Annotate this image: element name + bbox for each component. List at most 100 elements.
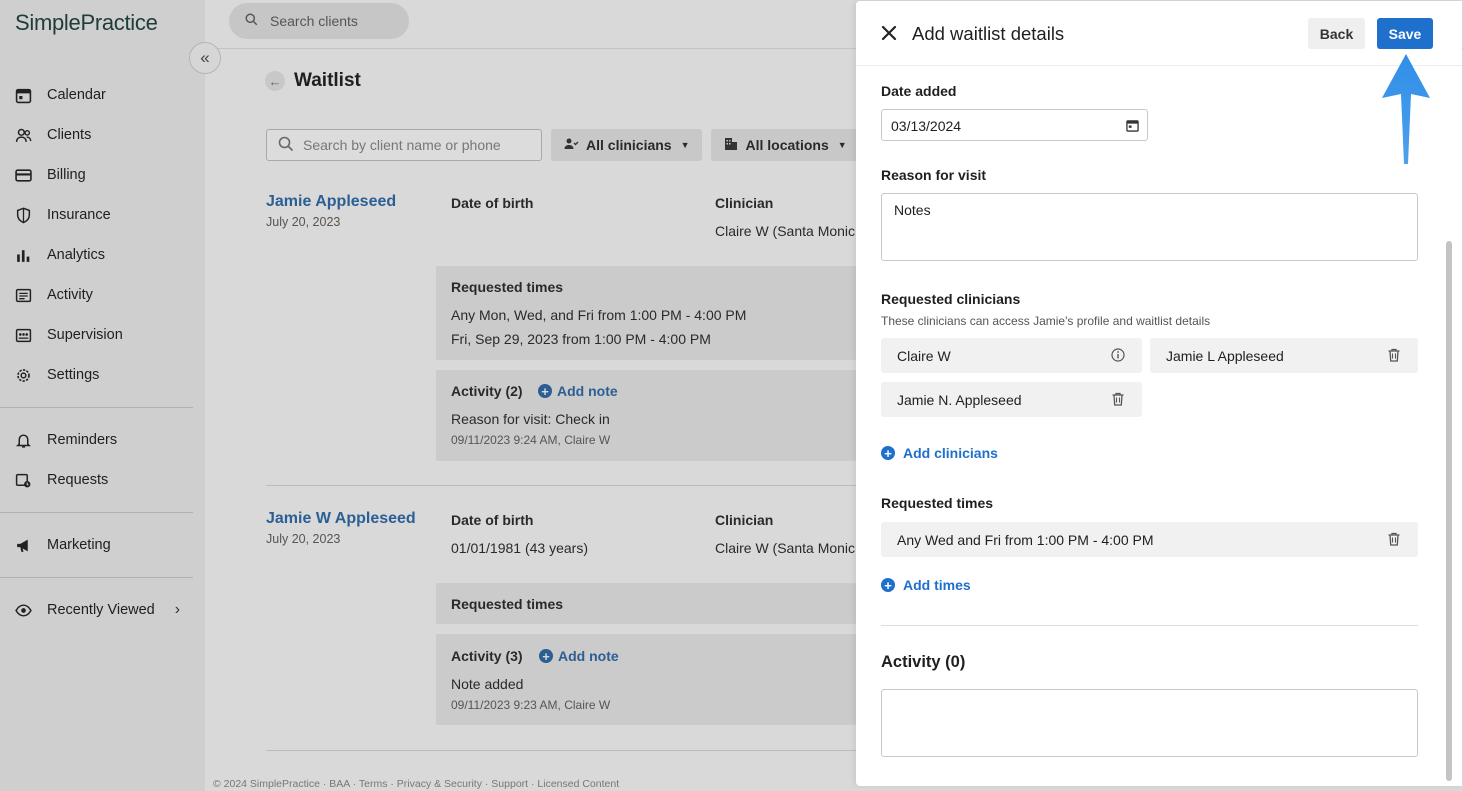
requested-clinicians-label: Requested clinicians [881,291,1021,307]
sidebar-item-clients[interactable]: Clients [0,115,193,155]
sidebar-item-label: Calendar [47,87,106,103]
clinicians-filter-dropdown[interactable]: All clinicians ▼ [551,129,702,161]
trash-icon[interactable] [1386,531,1402,547]
calendar-icon[interactable] [1126,119,1139,135]
page-header: ← Waitlist [265,70,361,92]
plus-circle-icon: + [538,384,552,398]
drawer-scrollbar[interactable] [1446,241,1452,781]
sidebar-item-label: Clients [47,127,92,143]
drawer-header: Add waitlist details Back Save [856,1,1462,66]
client-date: July 20, 2023 [266,532,341,546]
caret-down-icon: ▼ [837,140,847,150]
activity-text: Reason for visit: Check in [451,411,610,427]
locations-filter-dropdown[interactable]: All locations ▼ [710,129,859,161]
sidebar-item-activity[interactable]: Activity [0,275,193,315]
waitlist-search-input[interactable]: Search by client name or phone [266,129,542,161]
supervision-icon [14,326,32,344]
drawer-title: Add waitlist details [912,23,1065,44]
save-button[interactable]: Save [1377,18,1433,49]
sidebar-item-marketing[interactable]: Marketing [0,525,193,565]
collapse-sidebar-button[interactable]: « [189,42,221,74]
bell-icon [14,431,32,449]
sidebar-divider [0,512,193,513]
client-name-link[interactable]: Jamie Appleseed [266,193,396,211]
requested-clinicians-help: These clinicians can access Jamie's prof… [881,314,1211,328]
date-added-label: Date added [881,83,957,99]
plus-circle-icon: + [539,649,553,663]
search-placeholder: Search by client name or phone [303,137,501,153]
client-name-link[interactable]: Jamie W Appleseed [266,510,416,528]
activity-textarea[interactable] [881,689,1418,757]
sidebar-item-billing[interactable]: Billing [0,155,193,195]
activity-text: Note added [451,676,524,692]
back-arrow-icon[interactable]: ← [265,71,285,91]
caret-down-icon: ▼ [680,140,690,150]
sidebar-item-recently-viewed[interactable]: Recently Viewed › [0,590,193,630]
add-clinicians-button[interactable]: + Add clinicians [881,445,998,461]
sidebar-item-label: Recently Viewed [47,602,155,618]
sidebar-item-label: Requests [47,472,109,488]
requested-times-label: Requested times [451,279,564,295]
dob-label: Date of birth [451,195,534,211]
sidebar-item-label: Marketing [47,537,111,553]
sidebar-item-insurance[interactable]: Insurance [0,195,193,235]
gear-icon [14,366,32,384]
sidebar-item-label: Billing [47,167,86,183]
add-times-button[interactable]: + Add times [881,577,971,593]
plus-circle-icon: + [881,578,895,592]
reason-textarea[interactable]: Notes [881,193,1418,261]
double-chevron-left-icon: « [200,48,210,67]
trash-icon[interactable] [1110,391,1126,407]
search-placeholder: Search clients [270,13,358,29]
dob-value: 01/01/1981 (43 years) [451,540,588,556]
sidebar-item-label: Insurance [47,207,111,223]
footer-links[interactable]: © 2024 SimplePractice · BAA · Terms · Pr… [213,778,619,790]
add-note-button[interactable]: + Add note [538,383,618,399]
calendar-icon [14,86,32,104]
date-added-input[interactable]: 03/13/2024 [881,109,1148,141]
sidebar-item-analytics[interactable]: Analytics [0,235,193,275]
sidebar: SimplePractice Calendar Clients Billing … [0,0,205,791]
sidebar-item-supervision[interactable]: Supervision [0,315,193,355]
row-divider [266,485,866,486]
sidebar-item-label: Reminders [47,432,118,448]
requested-time: Fri, Sep 29, 2023 from 1:00 PM - 4:00 PM [451,331,711,347]
clinician-chip: Jamie L Appleseed [1150,338,1418,373]
building-icon [723,136,746,155]
activity-label: Activity (3) [451,648,523,664]
trash-icon[interactable] [1386,347,1402,363]
clinician-label: Clinician [715,512,774,528]
sidebar-item-label: Supervision [47,327,123,343]
sidebar-item-label: Settings [47,367,100,383]
filter-bar: Search by client name or phone All clini… [266,129,859,161]
activity-icon [14,286,32,304]
sidebar-item-settings[interactable]: Settings [0,355,193,395]
sidebar-item-label: Analytics [47,247,106,263]
activity-meta: 09/11/2023 9:23 AM, Claire W [451,698,611,712]
clinician-chip: Claire W [881,338,1142,373]
requested-times-label: Requested times [451,596,564,612]
info-icon[interactable] [1110,347,1126,363]
requested-time: Any Mon, Wed, and Fri from 1:00 PM - 4:0… [451,307,747,323]
dob-label: Date of birth [451,512,534,528]
waitlist-details-drawer: Add waitlist details Back Save Date adde… [856,1,1462,786]
chevron-right-icon: › [174,601,181,618]
analytics-icon [14,246,32,264]
sidebar-item-requests[interactable]: Requests [0,460,193,500]
billing-icon [14,166,32,184]
shield-icon [14,206,32,224]
search-icon [245,13,270,29]
client-search-input[interactable]: Search clients [229,3,409,39]
activity-label: Activity (2) [451,383,523,399]
add-note-button[interactable]: + Add note [539,648,619,664]
sidebar-item-reminders[interactable]: Reminders [0,420,193,460]
clinician-label: Clinician [715,195,774,211]
back-button[interactable]: Back [1308,18,1365,49]
megaphone-icon [14,536,32,554]
search-icon [278,136,303,155]
sidebar-divider [0,577,193,578]
sidebar-item-calendar[interactable]: Calendar [0,75,193,115]
sidebar-divider [0,407,193,408]
app-logo[interactable]: SimplePractice [15,10,158,36]
close-icon[interactable] [879,23,899,43]
